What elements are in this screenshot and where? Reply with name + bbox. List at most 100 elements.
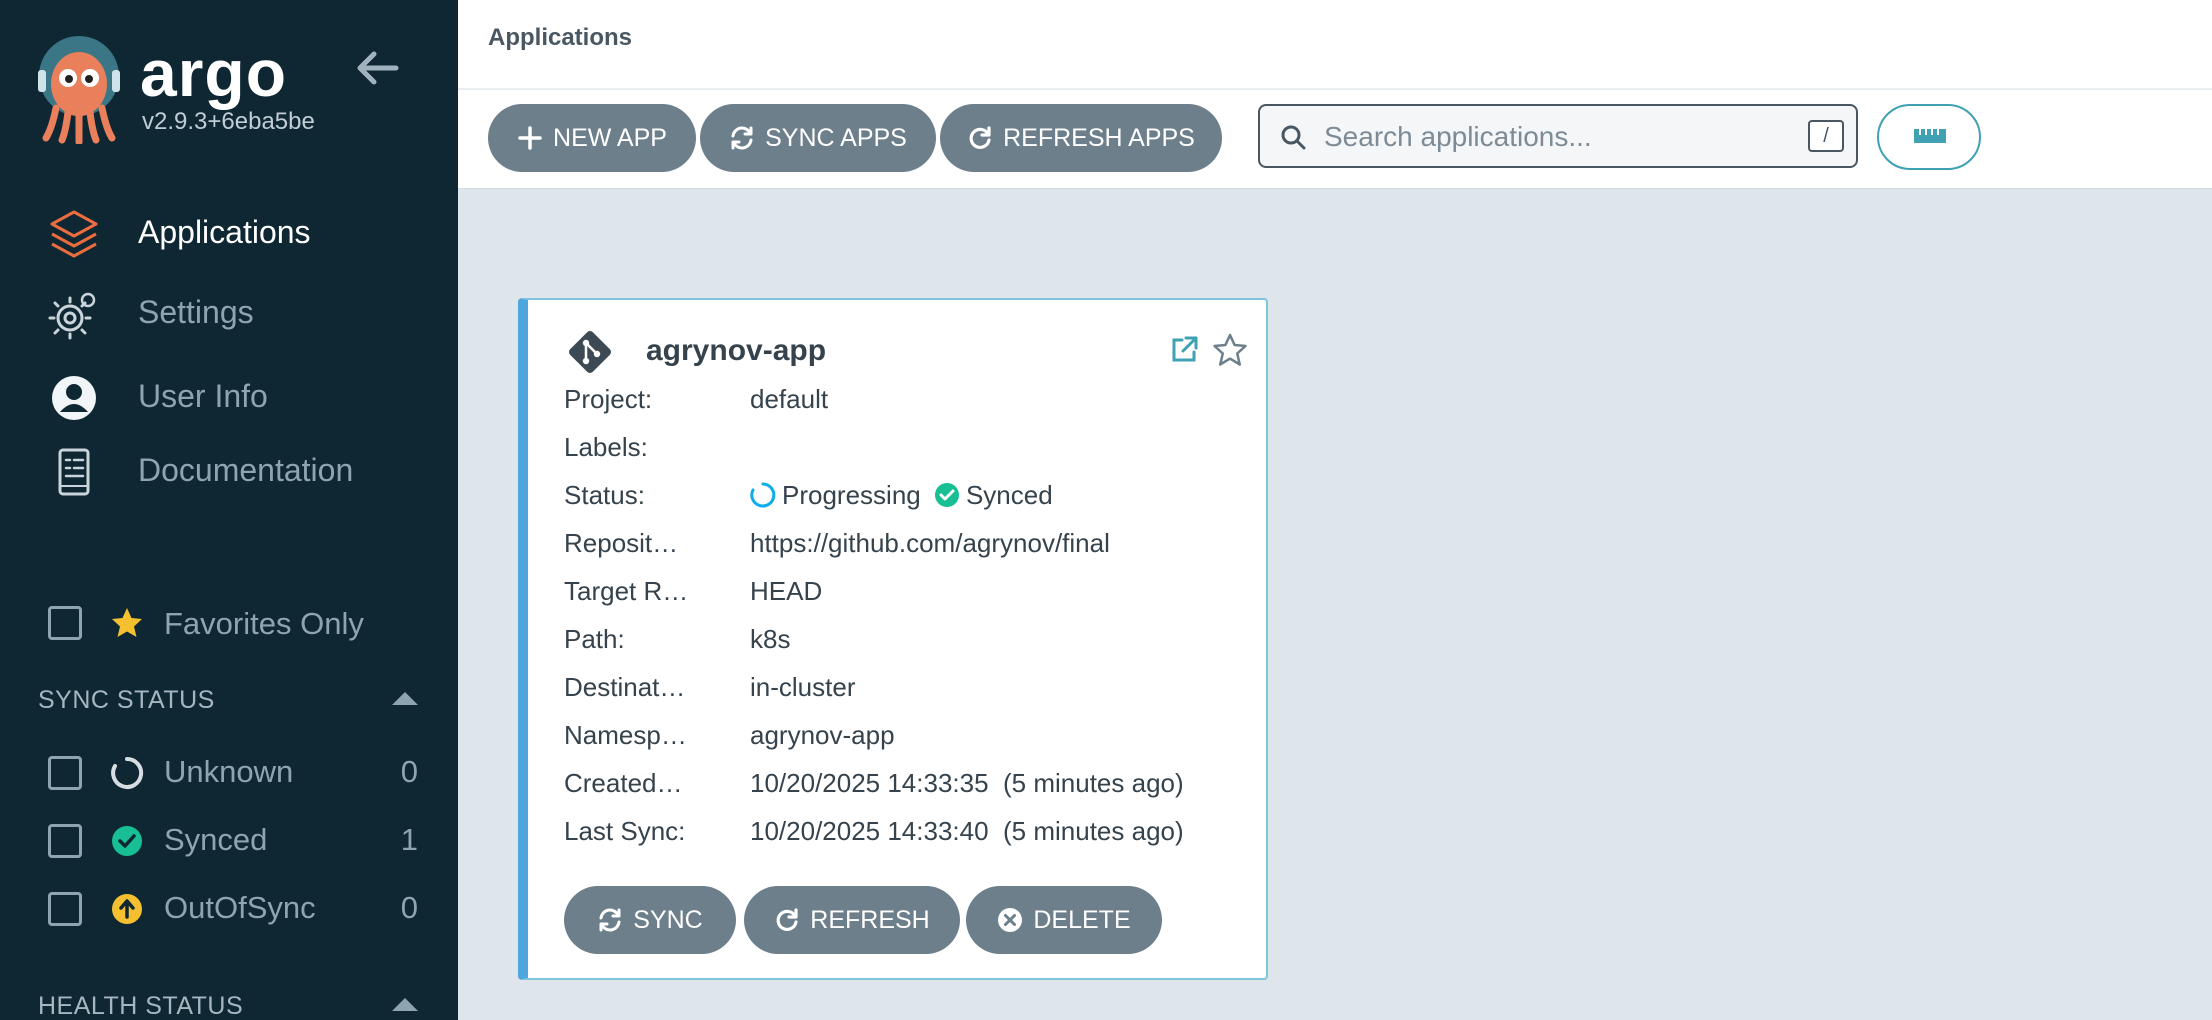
filter-label: OutOfSync: [164, 890, 316, 925]
sync-status-collapse-caret[interactable]: [392, 692, 418, 705]
nav-label: User Info: [138, 378, 268, 414]
nav-label: Settings: [138, 294, 254, 330]
field-key: Created…: [564, 768, 683, 798]
refresh-label: REFRESH: [810, 905, 930, 934]
search-input[interactable]: [1322, 114, 1786, 160]
nav-item-settings[interactable]: Settings: [0, 280, 458, 344]
field-target-revision: Target R… HEAD: [564, 576, 1254, 612]
sync-label: SYNC: [633, 905, 703, 934]
refresh-icon: [776, 908, 798, 931]
refresh-button[interactable]: REFRESH: [744, 886, 960, 954]
refresh-apps-button[interactable]: REFRESH APPS: [940, 104, 1222, 172]
favorites-checkbox[interactable]: [48, 606, 82, 640]
plus-icon: [518, 126, 542, 150]
circle-notch-icon: [111, 756, 144, 789]
filter-count: 0: [400, 754, 418, 789]
synced-icon: [934, 483, 959, 507]
field-key: Namesp…: [564, 720, 687, 750]
synced-checkbox[interactable]: [48, 824, 82, 858]
field-value: 10/20/2025 14:33:40 (5 minutes ago): [750, 816, 1184, 846]
health-status-title: HEALTH STATUS: [38, 992, 244, 1020]
delete-label: DELETE: [1033, 905, 1131, 934]
nav-item-documentation[interactable]: Documentation: [0, 438, 458, 502]
field-value: agrynov-app: [750, 720, 895, 750]
field-repository: Reposit… https://github.com/agrynov/fina…: [564, 528, 1254, 564]
nav-item-user-info[interactable]: User Info: [0, 364, 458, 428]
field-destination: Destinat… in-cluster: [564, 672, 1254, 708]
filter-unknown: Unknown 0: [48, 750, 418, 796]
book-icon: [58, 448, 90, 496]
field-key: Last Sync:: [564, 816, 686, 846]
version-label: v2.9.3+6eba5be: [142, 108, 315, 135]
toolbar: NEW APP SYNC APPS REFRESH APPS /: [458, 90, 2212, 189]
status-values: Progressing Synced: [750, 480, 1053, 511]
search-shortcut-hint: /: [1808, 120, 1844, 152]
argo-logo-icon: [38, 36, 120, 144]
nav-item-applications[interactable]: Applications: [0, 200, 458, 264]
field-value: https://github.com/agrynov/final: [750, 528, 1110, 558]
unknown-checkbox[interactable]: [48, 756, 82, 790]
check-circle-icon: [112, 826, 142, 856]
filter-label: Synced: [164, 822, 268, 857]
progressing-icon: [750, 482, 776, 508]
health-status-label: Progressing: [782, 480, 921, 510]
sync-status-label: Synced: [965, 480, 1053, 510]
field-value: in-cluster: [750, 672, 856, 702]
top-header: Applications: [458, 0, 2212, 90]
out-of-sync-checkbox[interactable]: [48, 892, 82, 926]
favorites-only-filter: Favorites Only: [48, 602, 448, 646]
git-icon: [569, 331, 611, 373]
refresh-apps-label: REFRESH APPS: [1003, 123, 1195, 152]
collapse-sidebar-icon[interactable]: [356, 48, 400, 88]
sync-apps-label: SYNC APPS: [765, 123, 907, 152]
field-labels: Labels:: [564, 432, 1254, 468]
filter-out-of-sync: OutOfSync 0: [48, 886, 418, 932]
health-status-collapse-caret[interactable]: [392, 998, 418, 1011]
search-icon: [1281, 125, 1306, 150]
sync-apps-button[interactable]: SYNC APPS: [700, 104, 936, 172]
sync-icon: [599, 908, 621, 932]
sync-icon: [731, 126, 753, 150]
external-link-icon[interactable]: [1168, 334, 1200, 366]
brand-name: argo: [140, 36, 288, 110]
nav-label: Documentation: [138, 452, 354, 488]
search-box: /: [1258, 104, 1858, 168]
page-title: Applications: [488, 24, 633, 51]
field-value: HEAD: [750, 576, 823, 606]
field-key: Reposit…: [564, 528, 679, 558]
ruler-icon: [1914, 129, 1946, 143]
field-value: 10/20/2025 14:33:35 (5 minutes ago): [750, 768, 1184, 798]
star-icon: [112, 608, 142, 637]
delete-circle-icon: [998, 908, 1023, 932]
favorite-star-icon[interactable]: [1212, 332, 1248, 368]
field-project: Project: default: [564, 384, 1254, 420]
new-app-button[interactable]: NEW APP: [488, 104, 696, 172]
field-value: k8s: [750, 624, 791, 654]
field-status: Status: Progressing Synced: [564, 480, 1254, 516]
field-key: Status:: [564, 480, 645, 510]
refresh-icon: [969, 126, 991, 149]
field-path: Path: k8s: [564, 624, 1254, 660]
layers-icon: [50, 210, 98, 258]
arrow-up-circle-icon: [112, 894, 142, 924]
delete-button[interactable]: DELETE: [966, 886, 1162, 954]
field-key: Target R…: [564, 576, 688, 606]
field-namespace: Namesp… agrynov-app: [564, 720, 1254, 756]
field-key: Labels:: [564, 432, 648, 462]
view-mode-button[interactable]: [1877, 104, 1981, 170]
app-name[interactable]: agrynov-app: [646, 334, 826, 368]
favorites-label: Favorites Only: [164, 606, 364, 641]
user-icon: [52, 376, 96, 420]
field-value: default: [750, 384, 829, 414]
filter-count: 1: [400, 822, 418, 857]
sync-status-title: SYNC STATUS: [38, 686, 215, 714]
app-card[interactable]: agrynov-app Project: default Labels: Sta…: [518, 298, 1268, 980]
field-key: Destinat…: [564, 672, 686, 702]
filter-label: Unknown: [164, 754, 294, 789]
sync-button[interactable]: SYNC: [564, 886, 736, 954]
field-key: Project:: [564, 384, 653, 414]
gear-icon: [48, 292, 96, 340]
field-created-at: Created… 10/20/2025 14:33:35 (5 minutes …: [564, 768, 1254, 804]
sidebar: argo v2.9.3+6eba5be Applications Setting…: [0, 0, 458, 1020]
new-app-label: NEW APP: [553, 123, 667, 152]
